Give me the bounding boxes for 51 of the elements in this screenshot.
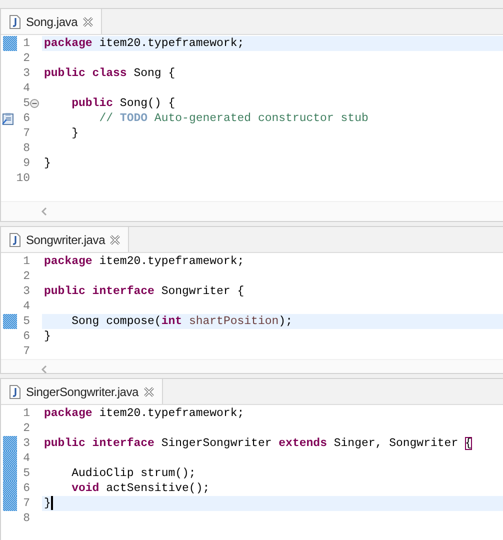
close-icon[interactable] — [110, 234, 120, 244]
code-line: // TODO Auto-generated constructor stub — [98, 112, 368, 125]
horizontal-scrollbar[interactable] — [1, 359, 503, 373]
code-line: AudioClip strum(); — [70, 467, 196, 480]
line-number: 3 — [23, 284, 30, 299]
line-number: 2 — [23, 421, 30, 436]
editor-tab[interactable]: SingerSongwriter.java — [1, 379, 163, 404]
code-line: } — [44, 330, 51, 343]
code-line: package item20.typeframework; — [44, 407, 244, 420]
line-number: 4 — [23, 81, 30, 96]
line-number: 5 — [23, 466, 30, 481]
line-number: 8 — [23, 141, 30, 156]
line-number: 4 — [23, 299, 30, 314]
line-number: 10 — [16, 171, 30, 186]
line-number: 7 — [23, 344, 30, 359]
line-number: 5 — [23, 314, 30, 329]
line-number: 9 — [23, 156, 30, 171]
line-number: 3 — [23, 66, 30, 81]
line-number: 7 — [23, 126, 30, 141]
line-number: 2 — [23, 269, 30, 284]
close-icon[interactable] — [82, 16, 93, 26]
java-file-icon — [9, 384, 21, 398]
line-number: 6 — [23, 111, 30, 126]
line-number: 1 — [23, 254, 30, 269]
code-line: public class Song { — [44, 67, 176, 80]
line-number: 6 — [23, 329, 30, 344]
code-line: void actSensitive(); — [70, 482, 210, 495]
close-icon[interactable] — [144, 386, 154, 396]
line-number: 3 — [23, 436, 30, 451]
line-number: 1 — [23, 36, 30, 51]
collapse-icon[interactable] — [30, 99, 39, 108]
java-file-icon — [9, 14, 21, 28]
code-line: } — [44, 157, 51, 170]
java-file-icon — [9, 232, 21, 246]
editor-tab[interactable]: Songwriter.java — [1, 227, 130, 252]
code-line: } — [44, 497, 51, 510]
line-number: 8 — [23, 511, 30, 526]
code-line: package item20.typeframework; — [44, 255, 244, 268]
code-line: } — [70, 127, 79, 140]
line-number: 2 — [23, 51, 30, 66]
line-number: 5 — [23, 96, 30, 111]
horizontal-scrollbar[interactable] — [1, 201, 503, 221]
line-number: 7 — [23, 496, 30, 511]
line-number: 6 — [23, 481, 30, 496]
code-line: Song compose(int shartPosition); — [70, 315, 292, 328]
line-number: 4 — [23, 451, 30, 466]
editor-tab[interactable]: Song.java — [1, 9, 102, 34]
code-line: public Song() { — [70, 97, 176, 110]
code-line: package item20.typeframework; — [44, 37, 244, 50]
code-line: public interface Songwriter { — [44, 285, 244, 298]
line-number: 1 — [23, 406, 30, 421]
